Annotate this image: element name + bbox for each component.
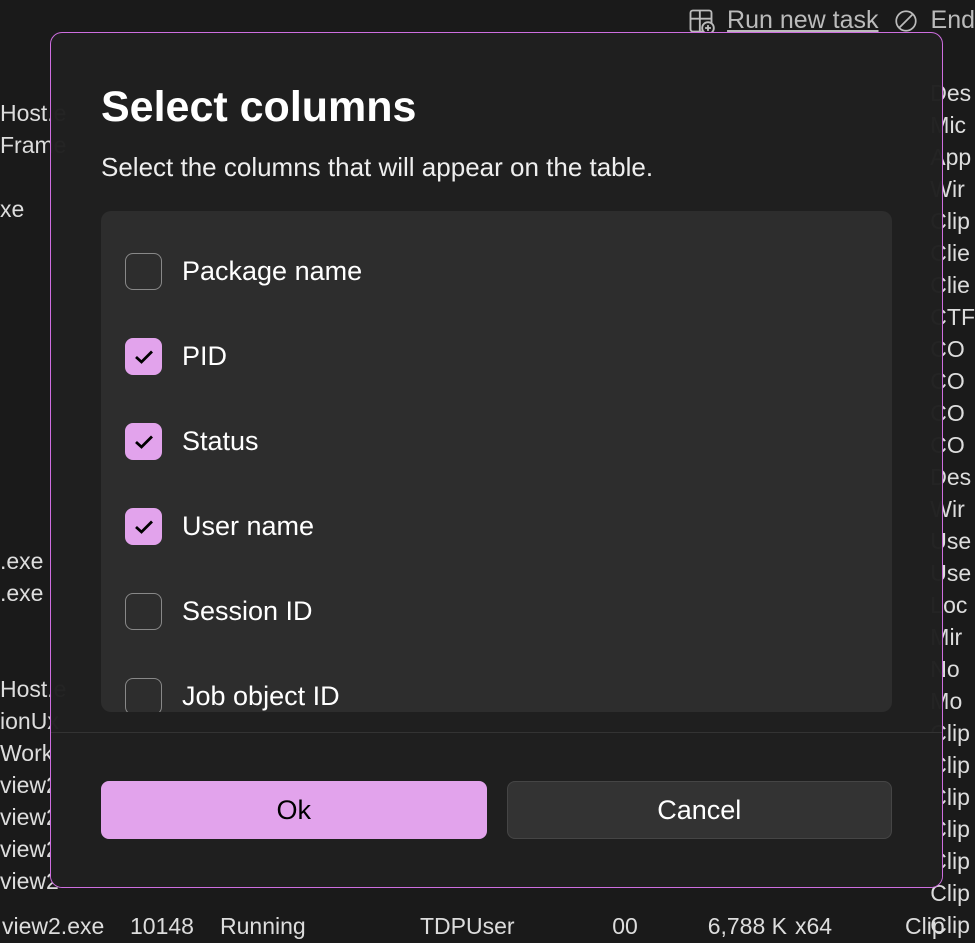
checkbox[interactable]	[125, 423, 162, 460]
background-bottom-rows: view2.exe10148RunningTDPUser006,788 Kx64…	[0, 910, 975, 943]
cell-arch: x64	[795, 913, 905, 940]
option-row[interactable]: PID	[111, 314, 882, 399]
option-label: PID	[182, 341, 227, 372]
option-label: Job object ID	[182, 681, 340, 712]
end-task-label: End	[931, 6, 975, 35]
checkbox[interactable]	[125, 338, 162, 375]
option-label: User name	[182, 511, 314, 542]
check-icon	[134, 520, 154, 534]
option-label: Package name	[182, 256, 362, 287]
table-row[interactable]: view2.exe10148RunningTDPUser006,788 Kx64…	[0, 910, 975, 943]
check-icon	[134, 350, 154, 364]
option-label: Session ID	[182, 596, 313, 627]
cell-user: TDPUser	[420, 913, 600, 940]
checkbox[interactable]	[125, 508, 162, 545]
check-icon	[134, 435, 154, 449]
end-task-button[interactable]: End	[893, 6, 975, 35]
columns-options-panel: Package name PID Status User name Session ID…	[101, 211, 892, 712]
cancel-icon	[893, 8, 919, 34]
cell-pid: 10148	[130, 913, 220, 940]
checkbox[interactable]	[125, 253, 162, 290]
option-row[interactable]: Status	[111, 399, 882, 484]
select-columns-dialog: Select columns Select the columns that w…	[50, 32, 943, 888]
cell-status: Running	[220, 913, 420, 940]
checkbox[interactable]	[125, 593, 162, 630]
option-row[interactable]: Job object ID	[111, 654, 882, 712]
cancel-button[interactable]: Cancel	[507, 781, 893, 839]
checkbox[interactable]	[125, 678, 162, 712]
option-row[interactable]: Session ID	[111, 569, 882, 654]
option-row[interactable]: Package name	[111, 229, 882, 314]
option-label: Status	[182, 426, 259, 457]
cell-desc: Clip	[905, 913, 945, 940]
option-row[interactable]: User name	[111, 484, 882, 569]
run-task-icon	[687, 7, 715, 35]
cell-session: 00	[600, 913, 650, 940]
run-new-task-button[interactable]: Run new task	[687, 6, 878, 35]
dialog-title: Select columns	[101, 83, 892, 132]
cell-mem: 6,788 K	[650, 913, 795, 940]
ok-button[interactable]: Ok	[101, 781, 487, 839]
dialog-subtitle: Select the columns that will appear on t…	[101, 152, 892, 183]
dialog-footer: Ok Cancel	[51, 732, 942, 887]
cell-name: view2.exe	[0, 913, 130, 940]
run-new-task-label: Run new task	[727, 6, 878, 35]
